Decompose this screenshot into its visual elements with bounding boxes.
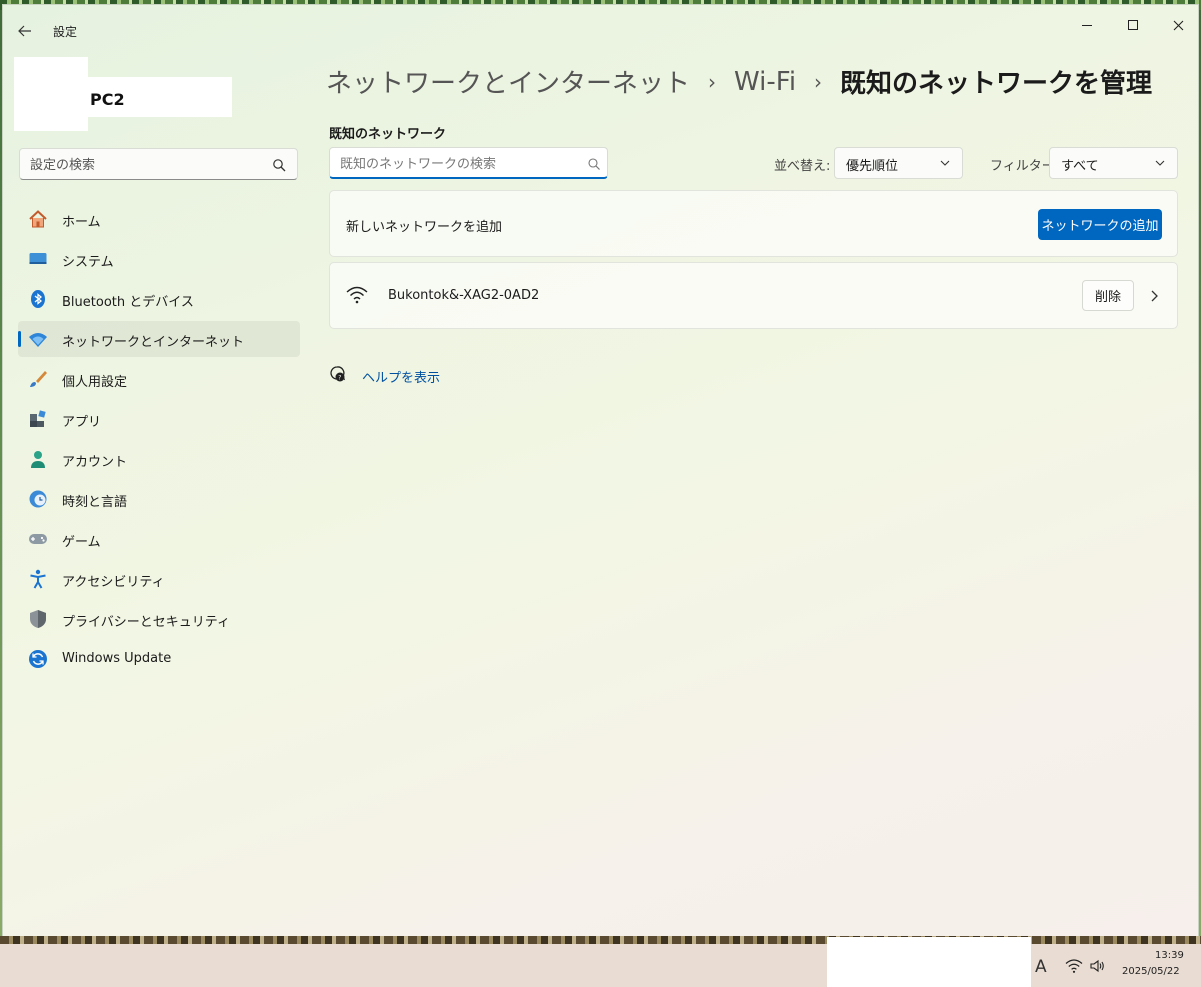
home-icon [29, 210, 47, 228]
maximize-icon [1128, 20, 1138, 30]
sidebar-item-label: アクセシビリティ [62, 575, 165, 590]
chevron-right-icon: › [814, 69, 823, 94]
sidebar-item-accessibility[interactable]: アクセシビリティ [18, 561, 300, 597]
arrow-left-icon [18, 25, 31, 37]
sort-value: 優先順位 [846, 159, 899, 174]
sidebar-item-bluetooth[interactable]: Bluetooth とデバイス [18, 281, 300, 317]
breadcrumb-network[interactable]: ネットワークとインターネット [326, 63, 690, 100]
breadcrumb-wifi[interactable]: Wi-Fi [734, 67, 796, 97]
sidebar-item-label: 時刻と言語 [62, 495, 128, 510]
sidebar-item-label: ホーム [62, 215, 101, 230]
minimize-button[interactable] [1064, 9, 1110, 41]
section-label: 既知のネットワーク [329, 127, 447, 142]
ime-indicator[interactable]: A [1035, 957, 1047, 977]
known-network-search-input[interactable] [340, 154, 570, 174]
avatar[interactable] [14, 57, 88, 131]
page-title: 既知のネットワークを管理 [840, 69, 1153, 99]
filter-dropdown[interactable]: すべて [1049, 147, 1178, 179]
add-network-label: 新しいネットワークを追加 [346, 220, 503, 235]
delete-network-button[interactable]: 削除 [1082, 280, 1134, 311]
profile-name: PC2 [90, 90, 125, 109]
settings-search-input[interactable] [30, 155, 260, 175]
time-language-icon [29, 490, 47, 508]
update-icon [29, 650, 47, 668]
sidebar-nav: ホーム システム Bluetooth とデバイス ネットワークとインターネット … [18, 201, 300, 681]
wifi-icon [346, 286, 368, 304]
sidebar-item-label: ネットワークとインターネット [62, 335, 245, 350]
sort-label: 並べ替え: [774, 159, 831, 174]
sidebar-item-label: プライバシーとセキュリティ [62, 615, 230, 630]
known-network-search-box[interactable] [329, 147, 608, 179]
app-title: 設定 [53, 25, 78, 39]
settings-window: 設定 PC2 ホーム システム Bluetooth とデバイス ネットワークとイ… [2, 4, 1199, 938]
sidebar-item-accounts[interactable]: アカウント [18, 441, 300, 477]
sidebar-item-label: システム [62, 255, 114, 270]
brush-icon [30, 371, 47, 387]
add-network-button[interactable]: ネットワークの追加 [1038, 209, 1162, 240]
sidebar-item-label: Bluetooth とデバイス [62, 295, 194, 310]
bluetooth-icon [31, 290, 45, 308]
settings-search-box[interactable] [19, 148, 298, 180]
sidebar-item-windows-update[interactable]: Windows Update [18, 641, 300, 677]
tray-volume-icon[interactable] [1089, 958, 1105, 974]
sidebar-item-label: ゲーム [62, 535, 101, 550]
network-name: Bukontok&-XAG2-0AD2 [388, 288, 540, 303]
sidebar-item-label: アカウント [62, 455, 128, 470]
gamepad-icon [29, 534, 47, 544]
close-icon [1173, 20, 1183, 30]
filter-value: すべて [1061, 159, 1099, 174]
network-icon [29, 333, 47, 347]
chevron-right-icon: › [708, 69, 717, 94]
back-button[interactable] [13, 19, 37, 43]
account-icon [31, 451, 45, 468]
close-button[interactable] [1155, 9, 1201, 41]
clock-time[interactable]: 13:39 [1155, 950, 1184, 961]
svg-text:?: ? [338, 375, 341, 382]
taskbar-redacted-area [827, 937, 1031, 987]
tray-wifi-icon[interactable] [1065, 958, 1083, 974]
sidebar-item-time-language[interactable]: 時刻と言語 [18, 481, 300, 517]
sidebar-item-home[interactable]: ホーム [18, 201, 300, 237]
sidebar-item-label: Windows Update [62, 651, 172, 666]
sidebar-item-personalization[interactable]: 個人用設定 [18, 361, 300, 397]
title-bar: 設定 [3, 5, 1198, 51]
search-icon[interactable] [587, 157, 601, 171]
system-icon [29, 253, 47, 264]
search-icon[interactable] [272, 158, 286, 172]
help-icon: ? [330, 366, 346, 382]
chevron-down-icon [1155, 160, 1165, 166]
clock-date[interactable]: 2025/05/22 [1122, 966, 1180, 977]
sidebar-item-gaming[interactable]: ゲーム [18, 521, 300, 557]
maximize-button[interactable] [1110, 9, 1156, 41]
apps-icon [30, 410, 46, 427]
minimize-icon [1082, 24, 1092, 26]
sidebar-item-network[interactable]: ネットワークとインターネット [18, 321, 300, 357]
add-network-card: 新しいネットワークを追加 ネットワークの追加 [329, 190, 1178, 257]
sidebar-item-system[interactable]: システム [18, 241, 300, 277]
sort-dropdown[interactable]: 優先順位 [834, 147, 963, 179]
shield-icon [30, 610, 46, 628]
chevron-right-icon[interactable] [1148, 289, 1160, 303]
chevron-down-icon [940, 160, 950, 166]
sidebar-item-apps[interactable]: アプリ [18, 401, 300, 437]
sidebar-item-privacy-security[interactable]: プライバシーとセキュリティ [18, 601, 300, 637]
breadcrumb: ネットワークとインターネット › Wi-Fi › 既知のネットワークを管理 [326, 63, 1152, 100]
sidebar-item-label: アプリ [62, 415, 102, 430]
sidebar-item-label: 個人用設定 [62, 375, 128, 390]
help-link[interactable]: ヘルプを表示 [362, 367, 440, 386]
network-row[interactable]: Bukontok&-XAG2-0AD2 削除 [329, 262, 1178, 329]
accessibility-icon [30, 569, 46, 589]
